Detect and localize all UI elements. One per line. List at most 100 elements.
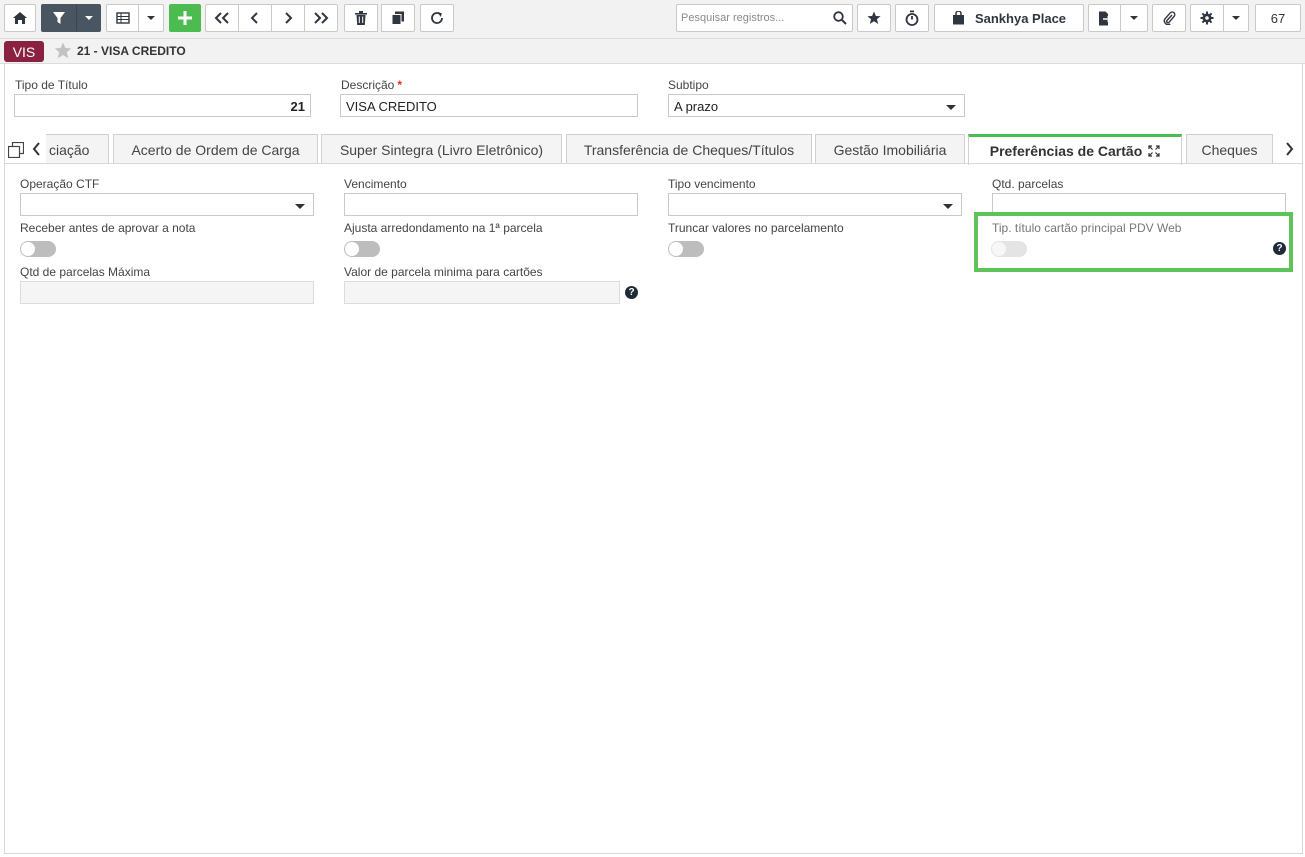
chevron-down-icon: [946, 105, 956, 110]
tab-super-sintegra[interactable]: Super Sintegra (Livro Eletrônico): [321, 134, 562, 164]
tabs-scroll-left-icon[interactable]: [32, 142, 42, 156]
truncar-valores-label: Truncar valores no parcelamento: [668, 221, 844, 235]
truncar-valores-toggle[interactable]: [668, 241, 704, 257]
required-mark: *: [397, 78, 403, 92]
export-icon: [1099, 11, 1111, 25]
search-icon[interactable]: [833, 11, 847, 25]
help-icon[interactable]: ?: [625, 286, 638, 299]
refresh-button[interactable]: [420, 4, 454, 32]
favorite-button[interactable]: [857, 4, 891, 32]
chevron-down-icon: [295, 204, 305, 209]
descricao-value: VISA CREDITO: [346, 99, 437, 114]
last-record-button[interactable]: [304, 4, 338, 32]
subtipo-value: A prazo: [674, 99, 719, 114]
subtipo-select[interactable]: A prazo: [668, 94, 965, 117]
chevron-down-icon: [1232, 16, 1240, 20]
tab-gestao-imobiliaria[interactable]: Gestão Imobiliária: [815, 134, 965, 164]
highlight-box: [974, 212, 1293, 272]
ajusta-arredondamento-toggle[interactable]: [344, 241, 380, 257]
grid-icon: [115, 12, 130, 24]
tab-negociacao[interactable]: ciação: [46, 134, 109, 164]
expand-icon[interactable]: [1148, 145, 1160, 157]
toolbar: Sankhya Place 67: [0, 0, 1305, 38]
tab-label: Preferências de Cartão: [989, 143, 1143, 159]
screen-badge: VIS: [4, 41, 44, 62]
chevron-down-icon: [147, 16, 155, 20]
tab-transferencia-cheques[interactable]: Transferência de Cheques/Títulos: [566, 134, 812, 164]
timer-button[interactable]: [895, 4, 929, 32]
attachment-icon: [1163, 11, 1176, 25]
settings-dropdown-button[interactable]: [1223, 4, 1249, 32]
filter-icon: [52, 12, 65, 24]
tipo-titulo-value: 21: [290, 99, 305, 114]
toggle-knob: [345, 242, 359, 256]
stopwatch-icon: [905, 10, 919, 26]
next-record-button[interactable]: [271, 4, 305, 32]
export-button[interactable]: [1088, 4, 1121, 32]
attachment-button[interactable]: [1152, 4, 1186, 32]
tipo-titulo-label: Tipo de Título: [15, 78, 88, 92]
operacao-ctf-select[interactable]: [20, 193, 314, 216]
copy-layout-icon[interactable]: [8, 142, 24, 158]
tab-preferencias-cartao[interactable]: Preferências de Cartão: [968, 134, 1182, 165]
filter-dropdown-button[interactable]: [76, 4, 101, 32]
star-icon[interactable]: [54, 42, 72, 59]
settings-button[interactable]: [1190, 4, 1224, 32]
grid-dropdown-button[interactable]: [138, 4, 164, 32]
operacao-ctf-label: Operação CTF: [20, 177, 100, 191]
sankhya-place-label: Sankhya Place: [974, 10, 1067, 26]
home-icon: [13, 12, 27, 24]
grid-view-button[interactable]: [106, 4, 139, 32]
last-icon: [314, 12, 329, 24]
vencimento-field[interactable]: [344, 193, 638, 216]
chevron-down-icon: [1130, 16, 1138, 20]
gear-icon: [1200, 11, 1214, 25]
toggle-knob: [21, 242, 35, 256]
refresh-icon: [431, 12, 443, 24]
add-icon: [178, 11, 192, 25]
vencimento-label: Vencimento: [344, 177, 407, 191]
valor-parcela-min-field[interactable]: [344, 281, 620, 304]
delete-button[interactable]: [344, 4, 378, 32]
record-count: 67: [1255, 4, 1301, 32]
export-dropdown-button[interactable]: [1120, 4, 1148, 32]
filter-button[interactable]: [41, 4, 76, 32]
descricao-label-text: Descrição: [341, 78, 395, 92]
search-input[interactable]: [677, 5, 829, 31]
first-record-button[interactable]: [205, 4, 239, 32]
next-icon: [285, 12, 293, 24]
sankhya-place-button[interactable]: Sankhya Place: [934, 4, 1084, 32]
tabs-divider: [5, 163, 1303, 164]
tab-acerto-ordem-carga[interactable]: Acerto de Ordem de Carga: [113, 134, 318, 164]
home-button[interactable]: [4, 4, 36, 32]
delete-icon: [355, 11, 367, 25]
tab-label: Super Sintegra (Livro Eletrônico): [339, 141, 544, 158]
toggle-knob: [669, 242, 683, 256]
previous-record-button[interactable]: [238, 4, 272, 32]
receber-antes-toggle[interactable]: [20, 241, 56, 257]
tab-label: Gestão Imobiliária: [833, 141, 947, 158]
tipo-vencimento-select[interactable]: [668, 193, 962, 216]
ajusta-arredondamento-label: Ajusta arredondamento na 1ª parcela: [344, 221, 543, 235]
qtd-parcelas-label: Qtd. parcelas: [992, 177, 1064, 191]
copy-icon: [391, 11, 404, 25]
tipo-titulo-field[interactable]: 21: [14, 94, 311, 117]
previous-icon: [250, 12, 258, 24]
tab-label: Acerto de Ordem de Carga: [131, 141, 300, 158]
shopping-bag-icon: [952, 11, 964, 25]
tab-label: Cheques: [1201, 141, 1258, 158]
tab-cheques[interactable]: Cheques: [1186, 134, 1273, 164]
descricao-label: Descrição *: [341, 78, 402, 92]
subtipo-label: Subtipo: [668, 78, 709, 92]
tab-label: Transferência de Cheques/Títulos: [583, 141, 795, 158]
chevron-down-icon: [84, 16, 93, 20]
star-icon: [867, 11, 881, 24]
copy-button[interactable]: [381, 4, 415, 32]
chevron-down-icon: [943, 204, 953, 209]
descricao-field[interactable]: VISA CREDITO: [340, 94, 638, 117]
qtd-parcelas-max-field[interactable]: [20, 281, 314, 304]
add-button[interactable]: [169, 4, 201, 32]
tab-label: ciação: [49, 141, 90, 158]
record-header: VIS 21 - VISA CREDITO: [0, 39, 1305, 64]
tabs-scroll-right-icon[interactable]: [1284, 142, 1294, 156]
